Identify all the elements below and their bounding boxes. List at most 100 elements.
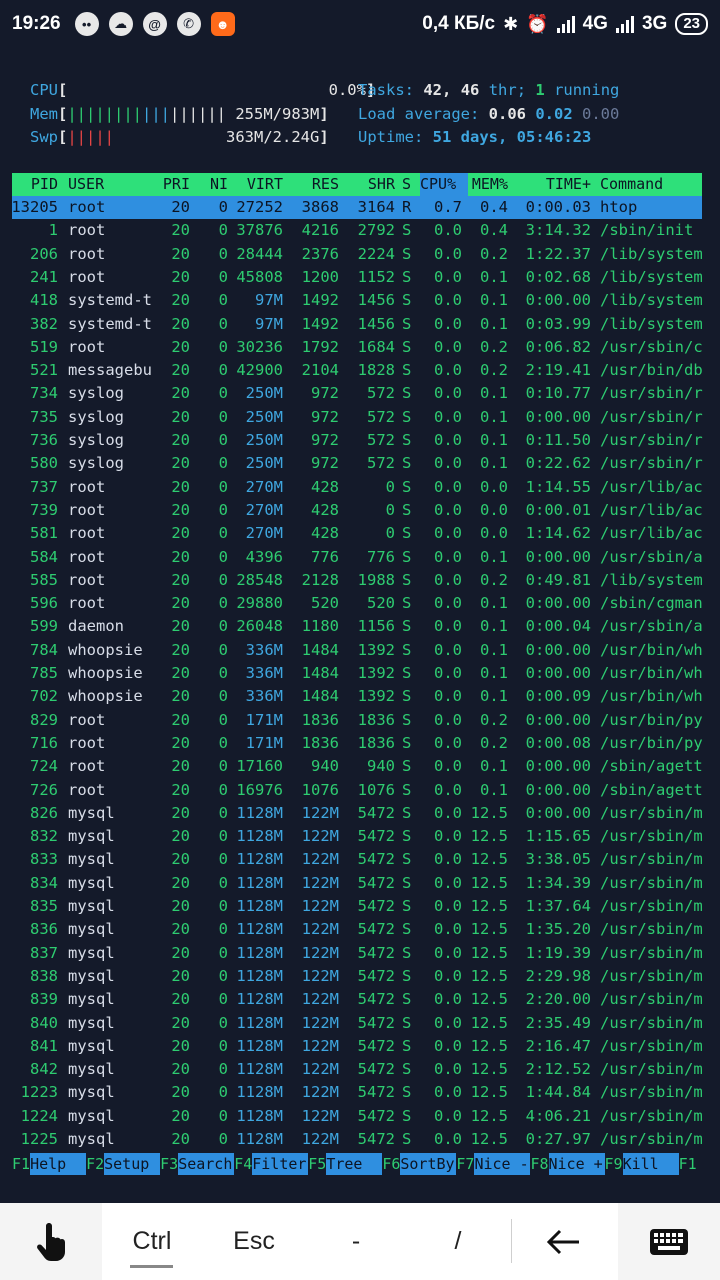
cell-shr: 520 xyxy=(367,594,395,613)
fkey-sortby[interactable]: F6 SortBy xyxy=(382,1153,457,1175)
slash-key[interactable]: / xyxy=(410,1203,506,1280)
col-cpu[interactable]: CPU% xyxy=(420,173,468,196)
process-row[interactable]: 784 whoopsie 20 0 336M 1484 1392 S 0.0 0.1 0:00.00… xyxy=(0,639,720,662)
process-row[interactable]: 519 root 20 0 30236 1792 1684 S 0.0 0.2 0:06.82/us… xyxy=(0,336,720,359)
process-row[interactable]: 702 whoopsie 20 0 336M 1484 1392 S 0.0 0.1 0:00.09… xyxy=(0,685,720,708)
process-row[interactable]: 596 root 20 0 29880 520 520 S 0.0 0.1 0:00.00/sbin… xyxy=(0,592,720,615)
selected-process-row[interactable]: 13205 root 20 0 27252 3868 3164 R 0.7 0.4 0:00.03 h… xyxy=(11,196,702,219)
cell-mem: 12.5 xyxy=(470,990,508,1009)
process-row[interactable]: 841 mysql 20 0 1128M 122M 5472 S 0.0 12.5 2:16.47 /… xyxy=(0,1035,720,1058)
process-row[interactable]: 206 root 20 0 28444 2376 2224 S 0.0 0.2 1:22.37/li… xyxy=(0,243,720,266)
cell-cpu: 0.0 xyxy=(434,803,462,822)
cell-res: 3868 xyxy=(301,198,339,216)
process-row[interactable]: 837 mysql 20 0 1128M 122M 5472 S 0.0 12.5 1:19.39 /… xyxy=(0,942,720,965)
cell-time: 0:00.00 xyxy=(525,547,591,566)
col-pid[interactable]: PID xyxy=(12,173,58,196)
fkey-filter[interactable]: F4 Filter xyxy=(234,1153,309,1175)
process-row[interactable]: 1 root 20 0 37876 4216 2792 S 0.0 0.4 3:14.32/sbin… xyxy=(0,219,720,242)
cell-ni: 0 xyxy=(218,710,228,729)
process-row[interactable]: 1223 mysql 20 0 1128M 122M 5472 S 0.0 12.5 1:44.84… xyxy=(0,1081,720,1104)
process-row[interactable]: 785 whoopsie 20 0 336M 1484 1392 S 0.0 0.1 0:00.00… xyxy=(0,662,720,685)
cell-cmd: /usr/sbin/r xyxy=(600,431,703,449)
process-row[interactable]: 382 systemd-t 20 0 97M 1492 1456 S 0.0 0.1 0:03.99… xyxy=(0,313,720,336)
process-row[interactable]: 1224 mysql 20 0 1128M 122M 5472 S 0.0 12.5 4:06.21… xyxy=(0,1105,720,1128)
fkey-extra[interactable]: F1 xyxy=(679,1153,697,1175)
process-row[interactable]: 838 mysql 20 0 1128M 122M 5472 S 0.0 12.5 2:29.98 /… xyxy=(0,965,720,988)
process-row[interactable]: 581 root 20 0 270M 428 0 S 0.0 0.0 1:14.62/usr/lib… xyxy=(0,522,720,545)
cell-shr: 1684 xyxy=(357,337,395,356)
process-row[interactable]: 1225 mysql 20 0 1128M 122M 5472 S 0.0 12.5 0:27.97… xyxy=(0,1128,720,1151)
process-row[interactable]: 739 root 20 0 270M 428 0 S 0.0 0.0 0:00.01/usr/lib… xyxy=(0,499,720,522)
col-pri[interactable]: PRI xyxy=(150,173,190,196)
process-row[interactable]: 842 mysql 20 0 1128M 122M 5472 S 0.0 12.5 2:12.52 /… xyxy=(0,1058,720,1081)
process-row[interactable]: 734 syslog 20 0 250M 972 572 S 0.0 0.1 0:10.77/usr… xyxy=(0,382,720,405)
cell-cpu: 0.0 xyxy=(434,966,462,985)
cell-s: S xyxy=(402,687,412,706)
process-row[interactable]: 724 root 20 0 17160 940 940 S 0.0 0.1 0:00.00/sbin… xyxy=(0,755,720,778)
process-row[interactable]: 584 root 20 0 4396 776 776 S 0.0 0.1 0:00.00/usr/s… xyxy=(0,546,720,569)
process-row[interactable]: 735 syslog 20 0 250M 972 572 S 0.0 0.1 0:00.00/usr… xyxy=(0,406,720,429)
process-row[interactable]: 833 mysql 20 0 1128M 122M 5472 S 0.0 12.5 3:38.05 /… xyxy=(0,848,720,871)
keyboard-icon[interactable] xyxy=(618,1203,720,1280)
cell-res: 428 xyxy=(311,524,339,543)
mem-meter: Mem[||||||||||||||||| 255M/983M] xyxy=(30,105,329,123)
fkey-setup[interactable]: F2 Setup xyxy=(86,1153,161,1175)
swp-label: Swp xyxy=(30,128,58,146)
dash-key[interactable]: - xyxy=(308,1203,404,1280)
process-row[interactable]: 829 root 20 0 171M 1836 1836 S 0.0 0.2 0:00.00/usr… xyxy=(0,709,720,732)
cell-time: 0:00.00 xyxy=(525,757,591,776)
process-row[interactable]: 716 root 20 0 171M 1836 1836 S 0.0 0.2 0:00.08/usr… xyxy=(0,732,720,755)
fkey-nice[interactable]: F8 Nice + xyxy=(530,1153,605,1175)
clock: 19:26 xyxy=(12,13,61,34)
left-arrow-icon[interactable] xyxy=(516,1203,612,1280)
col-mem[interactable]: MEM% xyxy=(468,173,508,196)
process-row[interactable]: 835 mysql 20 0 1128M 122M 5472 S 0.0 12.5 1:37.64 /… xyxy=(0,895,720,918)
col-user[interactable]: USER xyxy=(68,173,104,196)
cell-mem: 12.5 xyxy=(470,897,508,915)
cell-time: 1:37.64 xyxy=(525,897,591,915)
cell-ni: 0 xyxy=(218,780,228,799)
col-ni[interactable]: NI xyxy=(200,173,228,196)
process-row[interactable]: 726 root 20 0 16976 1076 1076 S 0.0 0.1 0:00.00/sb… xyxy=(0,779,720,802)
cell-cmd: /usr/sbin/m xyxy=(600,827,703,846)
process-row[interactable]: 737 root 20 0 270M 428 0 S 0.0 0.0 1:14.55/usr/lib… xyxy=(0,476,720,499)
col-res[interactable]: RES xyxy=(290,173,339,196)
process-row[interactable]: 521 messagebu 20 0 42900 2104 1828 S 0.0 0.2 2:19.… xyxy=(0,359,720,382)
cell-ni: 0 xyxy=(218,617,228,636)
cell-s: S xyxy=(402,757,412,776)
process-row[interactable]: 418 systemd-t 20 0 97M 1492 1456 S 0.0 0.1 0:00.00… xyxy=(0,289,720,312)
cell-res: 972 xyxy=(311,407,339,426)
process-row[interactable]: 826 mysql 20 0 1128M 122M 5472 S 0.0 12.5 0:00.00 /… xyxy=(0,802,720,825)
cell-user: mysql xyxy=(68,943,115,962)
process-row[interactable]: 836 mysql 20 0 1128M 122M 5472 S 0.0 12.5 1:35.20 /… xyxy=(0,918,720,941)
col-command[interactable]: Command xyxy=(600,173,663,196)
process-row[interactable]: 840 mysql 20 0 1128M 122M 5472 S 0.0 12.5 2:35.49 /… xyxy=(0,1012,720,1035)
cell-time: 1:14.55 xyxy=(525,477,591,496)
col-state[interactable]: S xyxy=(402,173,411,196)
process-row[interactable]: 839 mysql 20 0 1128M 122M 5472 S 0.0 12.5 2:20.00 /… xyxy=(0,988,720,1011)
fkey-help[interactable]: F1 Help xyxy=(12,1153,87,1175)
process-row[interactable]: 736 syslog 20 0 250M 972 572 S 0.0 0.1 0:11.50/usr… xyxy=(0,429,720,452)
signal-bars-icon xyxy=(556,15,575,33)
process-row[interactable]: 599 daemon 20 0 26048 1180 1156 S 0.0 0.1 0:00.04 /… xyxy=(0,615,720,638)
process-row[interactable]: 585 root 20 0 28548 2128 1988 S 0.0 0.2 0:49.81/li… xyxy=(0,569,720,592)
cell-virt: 1128M xyxy=(236,1036,283,1055)
fkey-search[interactable]: F3 Search xyxy=(160,1153,235,1175)
esc-key[interactable]: Esc xyxy=(206,1203,302,1280)
col-time[interactable]: TIME+ xyxy=(512,173,591,196)
cell-user: root xyxy=(68,547,106,566)
col-virt[interactable]: VIRT xyxy=(230,173,283,196)
cell-time: 0:27.97 xyxy=(525,1130,591,1148)
fkey-kill[interactable]: F9 Kill xyxy=(605,1153,679,1175)
cell-mem: 0.1 xyxy=(480,384,508,403)
process-row[interactable]: 580 syslog 20 0 250M 972 572 S 0.0 0.1 0:22.62/usr… xyxy=(0,452,720,475)
col-shr[interactable]: SHR xyxy=(344,173,395,196)
process-row[interactable]: 241 root 20 0 45808 1200 1152 S 0.0 0.1 0:02.68/li… xyxy=(0,266,720,289)
hand-pointer-icon[interactable] xyxy=(0,1203,102,1280)
ctrl-key[interactable]: Ctrl xyxy=(104,1203,200,1280)
fkey-tree[interactable]: F5 Tree xyxy=(308,1153,383,1175)
process-row[interactable]: 834 mysql 20 0 1128M 122M 5472 S 0.0 12.5 1:34.39 /… xyxy=(0,872,720,895)
cell-pri: 20 xyxy=(171,640,190,659)
process-row[interactable]: 832 mysql 20 0 1128M 122M 5472 S 0.0 12.5 1:15.65 /… xyxy=(0,825,720,848)
fkey-nice[interactable]: F7 Nice - xyxy=(456,1153,531,1175)
